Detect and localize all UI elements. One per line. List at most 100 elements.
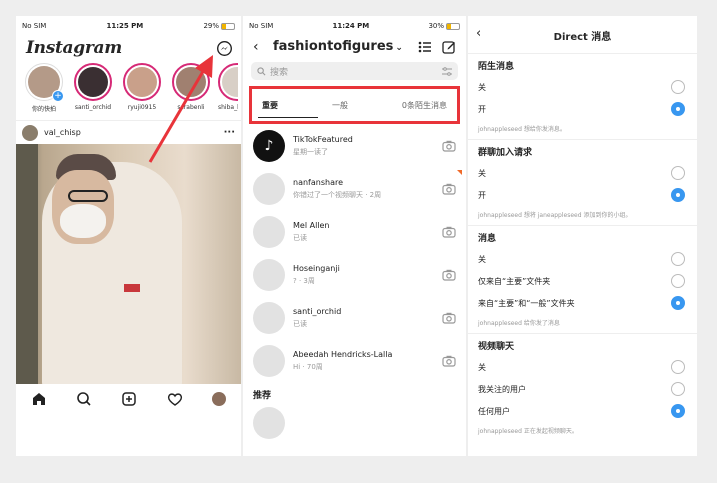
inbox-account-title[interactable]: fashiontofigures ⌄	[273, 39, 403, 54]
chat-row[interactable]	[243, 407, 466, 439]
option-label: 开	[478, 190, 486, 200]
direct-inbox-screen: No SIM 11:24 PM 30% ‹ fashiontofigures ⌄ …	[243, 16, 466, 456]
battery-icon	[446, 22, 460, 30]
profile-avatar[interactable]	[212, 392, 227, 406]
story-item[interactable]: shiba_k	[218, 63, 238, 120]
post-header: val_chisp ···	[16, 120, 241, 144]
battery-icon	[221, 22, 235, 30]
avatar[interactable]	[22, 124, 38, 141]
story-item[interactable]: santi_orchid	[71, 63, 115, 120]
option-row[interactable]: 任何用户	[478, 400, 685, 422]
story-name: santi_orchid	[74, 104, 112, 111]
chat-row[interactable]: Abeedah Hendricks-Lalla Hi · 70周	[243, 339, 466, 382]
option-row[interactable]: 关	[478, 76, 685, 98]
search-icon[interactable]	[76, 391, 92, 407]
chat-name: santi_orchid	[293, 306, 342, 316]
chat-status: Hi · 70周	[293, 362, 323, 371]
camera-icon[interactable]	[442, 140, 456, 152]
option-row[interactable]: 仅来自“主要”文件夹	[478, 270, 685, 292]
chat-status: 已读	[293, 319, 307, 328]
option-row[interactable]: 关	[478, 248, 685, 270]
radio-button[interactable]	[671, 382, 685, 396]
section-messages: 消息 关 仅来自“主要”文件夹 来自“主要”和“一般”文件夹 johnapple…	[468, 226, 697, 334]
story-name: ryuji0915	[127, 104, 157, 111]
story-item[interactable]: ryuji0915	[120, 63, 164, 120]
option-row[interactable]: 关	[478, 356, 685, 378]
filter-icon[interactable]	[442, 66, 452, 76]
section-message-requests: 陌生消息 关 开 johnappleseed 想给你发消息。	[468, 54, 697, 140]
compose-icon[interactable]	[442, 40, 456, 54]
camera-icon[interactable]	[442, 183, 456, 195]
chat-row[interactable]: Mel Allen 已读	[243, 210, 466, 253]
section-note: johnappleseed 想给你发消息。	[478, 126, 566, 133]
messenger-icon[interactable]	[216, 40, 233, 57]
option-row[interactable]: 开	[478, 98, 685, 120]
section-video-chats: 视频聊天 关 我关注的用户 任何用户 johnappleseed 正在发起视频聊…	[468, 334, 697, 441]
search-placeholder: 搜索	[270, 67, 289, 78]
avatar	[253, 344, 285, 377]
chevron-down-icon: ⌄	[395, 43, 403, 53]
tab-primary[interactable]: 重要	[262, 100, 278, 111]
radio-button[interactable]	[671, 166, 685, 180]
chat-name: Mel Allen	[293, 220, 330, 230]
story-item[interactable]: scrabenli	[169, 63, 213, 120]
section-note: johnappleseed 正在发起视频聊天。	[478, 428, 578, 435]
active-tab-indicator	[258, 117, 318, 118]
camera-icon[interactable]	[442, 355, 456, 367]
tab-general[interactable]: 一般	[332, 100, 348, 111]
camera-icon[interactable]	[442, 312, 456, 324]
option-row[interactable]: 开	[478, 184, 685, 206]
chat-row[interactable]: ♪ TikTokFeatured 星期一读了	[243, 124, 466, 167]
option-row[interactable]: 关	[478, 162, 685, 184]
create-post-icon[interactable]	[121, 391, 137, 407]
instagram-home-screen: No SIM 11:25 PM 29% Instagram + 你的快拍 san…	[16, 16, 241, 456]
bottom-nav	[16, 384, 241, 414]
option-row[interactable]: 来自“主要”和“一般”文件夹	[478, 292, 685, 314]
story-own[interactable]: + 你的快拍	[22, 63, 66, 120]
camera-icon[interactable]	[442, 269, 456, 281]
chat-row[interactable]: nanfanshare 你错过了一个视频聊天 · 2周	[243, 167, 466, 210]
section-title: 消息	[478, 234, 497, 244]
option-label: 我关注的用户	[478, 384, 526, 394]
section-title: 群聊加入请求	[478, 148, 533, 158]
more-options-icon[interactable]: ···	[224, 127, 235, 138]
story-name: 你的快拍	[31, 106, 56, 113]
avatar	[253, 172, 285, 205]
radio-button[interactable]	[671, 102, 685, 116]
back-icon[interactable]: ‹	[253, 39, 259, 55]
chat-name: nanfanshare	[293, 177, 344, 187]
option-row[interactable]: 我关注的用户	[478, 378, 685, 400]
option-label: 开	[478, 104, 486, 114]
radio-button[interactable]	[671, 252, 685, 266]
clock: 11:24 PM	[332, 22, 370, 30]
page-title: Direct 消息	[553, 32, 612, 43]
list-icon[interactable]	[418, 40, 432, 54]
camera-icon[interactable]	[442, 226, 456, 238]
avatar	[253, 301, 285, 334]
chat-name: Abeedah Hendricks-Lalla	[293, 349, 393, 359]
radio-button[interactable]	[671, 274, 685, 288]
radio-button[interactable]	[671, 404, 685, 418]
radio-button[interactable]	[671, 80, 685, 94]
recommended-heading: 推荐	[253, 391, 272, 401]
tab-requests[interactable]: 0条陌生消息	[402, 100, 447, 111]
search-input[interactable]: 搜索	[251, 62, 458, 80]
carrier-label: No SIM	[249, 22, 274, 30]
radio-button[interactable]	[671, 296, 685, 310]
story-name: shiba_k	[218, 104, 238, 111]
post-username[interactable]: val_chisp	[44, 128, 81, 137]
status-bar: No SIM 11:25 PM 29%	[16, 16, 241, 36]
section-note: johnappleseed 给你发了消息	[478, 320, 560, 327]
avatar	[253, 258, 285, 291]
home-icon[interactable]	[31, 391, 47, 407]
radio-button[interactable]	[671, 188, 685, 202]
chat-status: 你错过了一个视频聊天 · 2周	[293, 190, 382, 199]
radio-button[interactable]	[671, 360, 685, 374]
heart-icon[interactable]	[167, 391, 183, 407]
post-photo[interactable]	[16, 144, 241, 384]
chat-row[interactable]: santi_orchid 已读	[243, 296, 466, 339]
chat-name: TikTokFeatured	[293, 134, 353, 144]
chat-row[interactable]: Hoseinganji ? · 3周	[243, 253, 466, 296]
option-label: 关	[478, 254, 486, 264]
add-story-icon[interactable]: +	[52, 90, 64, 102]
